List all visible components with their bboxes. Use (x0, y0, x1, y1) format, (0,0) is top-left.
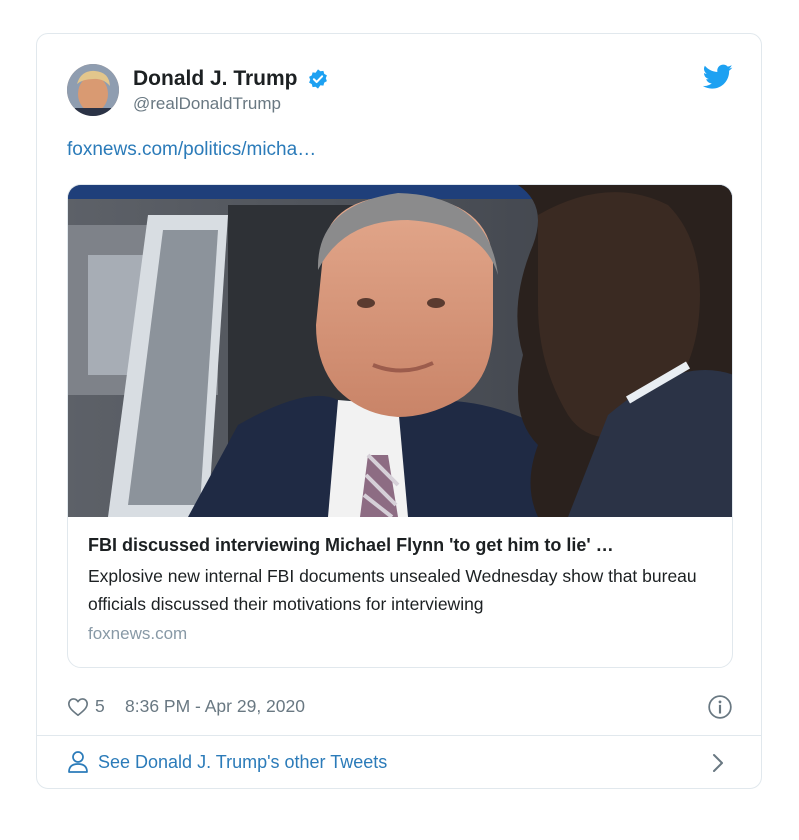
tweet-link[interactable]: foxnews.com/politics/micha… (67, 139, 316, 161)
timestamp[interactable]: 8:36 PM - Apr 29, 2020 (125, 696, 305, 717)
display-name[interactable]: Donald J. Trump (133, 66, 298, 92)
tweet-meta: 5 8:36 PM - Apr 29, 2020 (67, 692, 733, 722)
link-preview-body: FBI discussed interviewing Michael Flynn… (88, 533, 714, 644)
link-preview-card[interactable]: FBI discussed interviewing Michael Flynn… (67, 184, 733, 668)
handle[interactable]: @realDonaldTrump (133, 92, 329, 116)
twitter-bird-icon[interactable] (703, 64, 733, 90)
info-icon[interactable] (707, 694, 733, 720)
divider (37, 735, 761, 736)
tweet-header: Donald J. Trump @realDonaldTrump (67, 64, 733, 120)
heart-icon[interactable] (67, 696, 89, 718)
link-preview-description: Explosive new internal FBI documents uns… (88, 566, 697, 614)
see-other-tweets-label[interactable]: See Donald J. Trump's other Tweets (98, 752, 387, 773)
author-names: Donald J. Trump @realDonaldTrump (133, 66, 329, 116)
article-photo (68, 185, 732, 517)
link-preview-title[interactable]: FBI discussed interviewing Michael Flynn… (88, 533, 714, 557)
avatar[interactable] (67, 64, 119, 116)
like-count[interactable]: 5 (95, 696, 105, 717)
tweet-embed-card: Donald J. Trump @realDonaldTrump foxnews… (36, 33, 762, 789)
chevron-right-icon[interactable] (711, 752, 725, 774)
see-other-tweets-link[interactable]: See Donald J. Trump's other Tweets (67, 746, 733, 780)
link-preview-domain: foxnews.com (88, 624, 188, 643)
person-icon (68, 751, 88, 773)
verified-badge-icon (309, 69, 327, 89)
